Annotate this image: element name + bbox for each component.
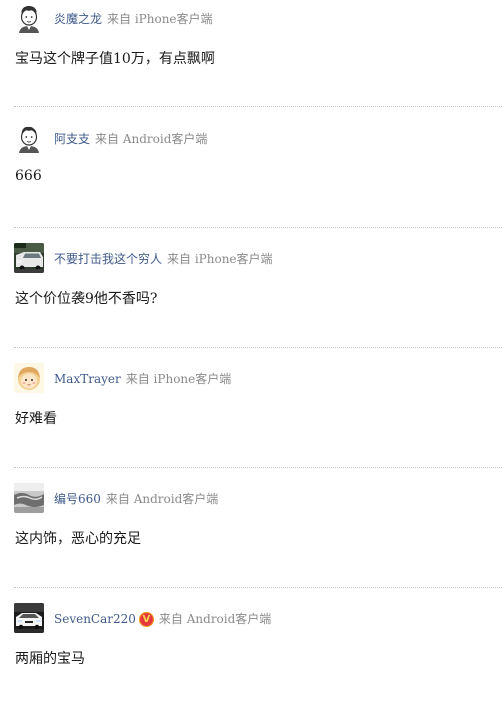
comment-text: 好难看 — [15, 411, 57, 427]
username-link[interactable]: MaxTrayer — [54, 370, 121, 388]
comment-text: 这个价位袭9他不香吗? — [15, 291, 158, 307]
comment-text: 宝马这个牌子值10万，有点飘啊 — [15, 51, 215, 67]
username-link[interactable]: 不要打击我这个穷人 — [54, 250, 162, 268]
comment-item: 阿支支 来自 Android客户端 666 — [0, 123, 502, 243]
comment-meta: SevenCar220 V 来自 Android客户端 — [54, 610, 271, 628]
client-source: 来自 Android客户端 — [95, 132, 208, 146]
comment-item: MaxTrayer 来自 iPhone客户端 好难看 — [0, 363, 502, 483]
cartoon-man-avatar-icon[interactable] — [14, 123, 44, 153]
photo-avatar[interactable] — [14, 483, 44, 513]
username-link[interactable]: SevenCar220 — [54, 610, 136, 628]
comment-item: 不要打击我这个穷人 来自 iPhone客户端 这个价位袭9他不香吗? — [0, 243, 502, 363]
comment-divider — [14, 106, 502, 107]
username-link[interactable]: 编号660 — [54, 490, 101, 508]
comment-divider — [14, 347, 502, 348]
comment-feed: 炎魔之龙 来自 iPhone客户端 宝马这个牌子值10万，有点飘啊 阿支支 来自… — [0, 0, 502, 687]
cartoon-girl-avatar-icon[interactable] — [14, 363, 44, 393]
cartoon-man-avatar-icon[interactable] — [14, 3, 44, 33]
username-link[interactable]: 炎魔之龙 — [54, 10, 102, 28]
comment-item: 炎魔之龙 来自 iPhone客户端 宝马这个牌子值10万，有点飘啊 — [0, 3, 502, 123]
comment-meta: MaxTrayer 来自 iPhone客户端 — [54, 370, 231, 388]
comment-text: 这内饰，恶心的充足 — [15, 531, 141, 547]
comment-meta: 阿支支 来自 Android客户端 — [54, 130, 207, 148]
client-source: 来自 Android客户端 — [105, 492, 219, 506]
comment-divider — [14, 467, 502, 468]
comment-item: SevenCar220 V 来自 Android客户端 两厢的宝马 — [0, 603, 502, 723]
username-link[interactable]: 阿支支 — [54, 130, 90, 148]
comment-meta: 不要打击我这个穷人 来自 iPhone客户端 — [54, 250, 273, 268]
comment-meta: 编号660 来自 Android客户端 — [54, 490, 218, 508]
car-photo-avatar[interactable] — [14, 243, 44, 273]
comment-text: 两厢的宝马 — [15, 651, 85, 667]
client-source: 来自 Android客户端 — [158, 612, 272, 626]
vip-badge-icon: V — [138, 611, 154, 627]
comment-meta: 炎魔之龙 来自 iPhone客户端 — [54, 10, 213, 28]
comment-divider — [14, 227, 502, 228]
client-source: 来自 iPhone客户端 — [107, 12, 213, 26]
comment-text: 666 — [15, 168, 42, 184]
client-source: 来自 iPhone客户端 — [167, 252, 273, 266]
comment-divider — [14, 587, 502, 588]
client-source: 来自 iPhone客户端 — [125, 372, 232, 386]
comment-item: 编号660 来自 Android客户端 这内饰，恶心的充足 — [0, 483, 502, 603]
car-photo-avatar[interactable] — [14, 603, 44, 633]
